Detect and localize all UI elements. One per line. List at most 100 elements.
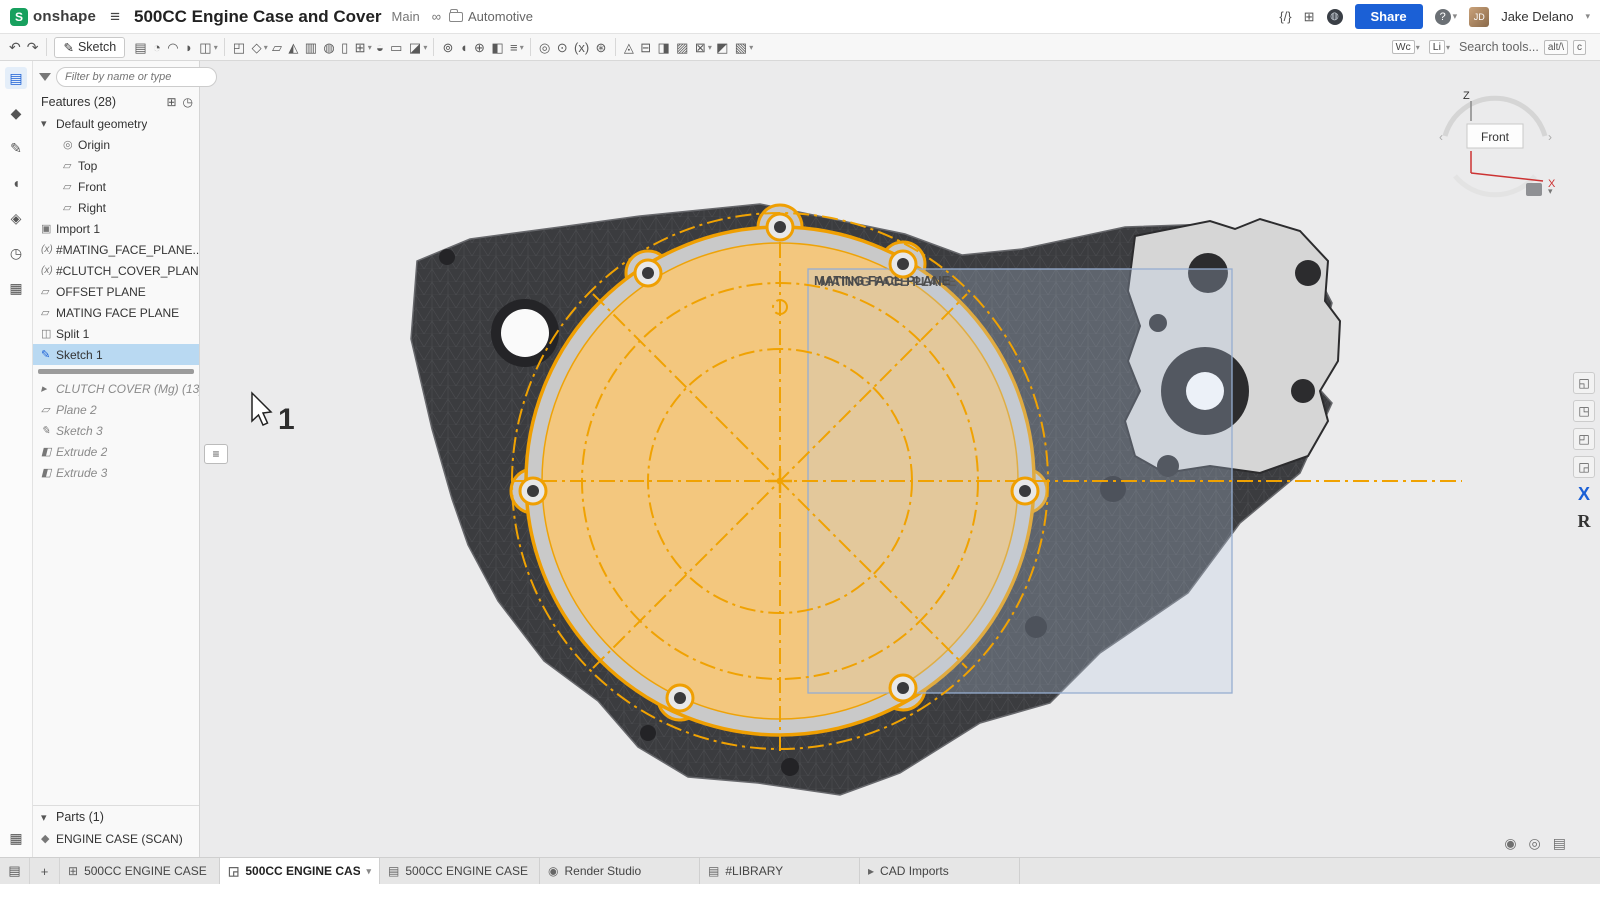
view-tool-icon[interactable]: ◰ — [1573, 428, 1595, 450]
chevron-down-icon[interactable]: ▾ — [708, 43, 712, 52]
redo-icon[interactable]: ↷ — [24, 39, 42, 55]
cad-tool-icon[interactable]: ◎ — [536, 39, 554, 56]
comment-icon[interactable]: ◖ — [5, 172, 27, 194]
parts-header[interactable]: ▾ Parts (1) — [33, 806, 199, 828]
license-dropdown[interactable]: Li ▾ — [1429, 40, 1451, 54]
sketch-button[interactable]: ✎ Sketch — [54, 37, 125, 58]
tree-item-import-1[interactable]: ▣ Import 1 — [33, 218, 199, 239]
tab-500cc-engine-case-1[interactable]: ⊞ 500CC ENGINE CASE ... — [60, 858, 220, 884]
main-menu-icon[interactable]: ≡ — [110, 7, 120, 27]
chevron-down-icon[interactable]: ▾ — [520, 43, 524, 52]
tree-item-offset-plane[interactable]: ▱ OFFSET PLANE — [33, 281, 199, 302]
3d-viewport[interactable]: MATING FACE PLANE MATING FACE PLANE — [200, 61, 1600, 857]
chevron-down-icon[interactable]: ▾ — [423, 43, 427, 52]
cad-tool-icon[interactable]: ▤ — [131, 39, 150, 56]
tree-item-clutch-cover-plane-var[interactable]: (x) #CLUTCH_COVER_PLAN... — [33, 260, 199, 281]
cad-tool-icon[interactable]: ◖ — [457, 39, 471, 56]
chevron-down-icon[interactable]: ▾ — [41, 117, 56, 130]
chevron-down-icon[interactable]: ▾ — [214, 43, 218, 52]
tree-item-extrude-2[interactable]: ◧ Extrude 2 — [33, 441, 199, 462]
cad-tool-icon[interactable]: ◗ — [182, 39, 196, 56]
visibility-icon[interactable]: ◎ — [1529, 835, 1541, 852]
cad-tool-icon[interactable]: ◧ — [488, 39, 507, 56]
variable-studio-icon[interactable]: (x) — [571, 39, 593, 56]
cad-tool-icon[interactable]: ⊚ — [439, 39, 456, 56]
cad-tool-icon[interactable]: ≡ — [507, 39, 521, 56]
user-name[interactable]: Jake Delano — [1501, 9, 1573, 24]
link-icon[interactable]: ∞ — [432, 9, 441, 24]
tree-item-sketch-3[interactable]: ✎ Sketch 3 — [33, 420, 199, 441]
add-tab-button[interactable]: + — [30, 858, 60, 884]
history-icon[interactable]: ◷ — [5, 242, 27, 264]
cad-tool-icon[interactable]: ⊞ — [351, 39, 368, 56]
tab-cad-imports[interactable]: ▸ CAD Imports — [860, 858, 1020, 884]
chevron-down-icon[interactable]: ▾ — [366, 866, 371, 877]
cad-tool-icon[interactable]: ◰ — [230, 39, 249, 56]
part-item-engine-case-scan[interactable]: ◆ ENGINE CASE (SCAN) — [33, 828, 199, 849]
tab-library[interactable]: ▤ #LIBRARY — [700, 858, 860, 884]
tree-item-extrude-3[interactable]: ◧ Extrude 3 — [33, 462, 199, 483]
view-tool-icon[interactable]: ◳ — [1573, 400, 1595, 422]
help-icon[interactable]: ? — [1435, 9, 1451, 25]
camera-icon[interactable]: ◉ — [1504, 835, 1516, 852]
chevron-down-icon[interactable]: ▾ — [1585, 11, 1590, 22]
xometry-app-icon[interactable]: X — [1578, 484, 1590, 505]
chevron-down-icon[interactable]: ▾ — [41, 811, 56, 824]
workspace-context-dropdown[interactable]: Wc ▾ — [1392, 40, 1421, 54]
tree-item-mating-face-plane[interactable]: ▱ MATING FACE PLANE — [33, 302, 199, 323]
document-title[interactable]: 500CC Engine Case and Cover — [134, 7, 382, 27]
onshape-wordmark[interactable]: onshape — [33, 8, 96, 25]
transform-icon[interactable]: ◆ — [5, 102, 27, 124]
feature-filter-input[interactable] — [56, 67, 217, 87]
avatar[interactable]: JD — [1469, 7, 1489, 27]
tree-item-split-1[interactable]: ◫ Split 1 — [33, 323, 199, 344]
globe-icon[interactable]: ◍ — [1327, 9, 1343, 25]
cad-tool-icon[interactable]: ◭ — [285, 39, 301, 56]
cad-tool-icon[interactable]: ◬ — [621, 39, 637, 56]
search-tools[interactable]: Search tools... alt/\ c — [1459, 40, 1586, 55]
tree-item-default-geometry[interactable]: ▾ Default geometry — [33, 113, 199, 134]
cad-tool-icon[interactable]: ⊕ — [471, 39, 488, 56]
print-icon[interactable]: ▤ — [1553, 835, 1566, 852]
tables-icon[interactable]: ▦ — [5, 277, 27, 299]
cad-tool-icon[interactable]: ▱ — [269, 39, 285, 56]
undo-icon[interactable]: ↶ — [6, 39, 24, 55]
selection-list-button[interactable]: ≡ — [204, 444, 228, 464]
cad-tool-icon[interactable]: ⊠ — [692, 39, 709, 56]
viewport-canvas[interactable]: MATING FACE PLANE MATING FACE PLANE — [200, 61, 1600, 857]
tree-item-origin[interactable]: ◎ Origin — [33, 134, 199, 155]
tab-500cc-engine-case-3[interactable]: ▤ 500CC ENGINE CASE ... — [380, 858, 540, 884]
cad-tool-icon[interactable]: ◠ — [164, 39, 182, 56]
view-cube[interactable]: Front Z X ‹ › — [1439, 90, 1556, 195]
filter-icon[interactable] — [39, 73, 51, 81]
rotate-right-icon[interactable]: › — [1548, 130, 1552, 144]
view-cube-front-face[interactable]: Front — [1481, 130, 1510, 144]
tree-item-front-plane[interactable]: ▱ Front — [33, 176, 199, 197]
tree-item-right-plane[interactable]: ▱ Right — [33, 197, 199, 218]
tree-item-plane-2[interactable]: ▱ Plane 2 — [33, 399, 199, 420]
insert-feature-icon[interactable]: ⊞ — [166, 95, 176, 109]
cad-tool-icon[interactable]: ⊙ — [554, 39, 571, 56]
chevron-down-icon[interactable]: ▾ — [368, 43, 372, 52]
cad-tool-icon[interactable]: ◩ — [713, 39, 732, 56]
rollback-bar[interactable] — [38, 369, 194, 374]
chevron-right-icon[interactable]: ▸ — [41, 382, 56, 395]
app-store-icon[interactable]: ⊞ — [1304, 9, 1315, 25]
tree-item-top-plane[interactable]: ▱ Top — [33, 155, 199, 176]
view-tool-icon[interactable]: ◲ — [1573, 456, 1595, 478]
chevron-down-icon[interactable]: ▾ — [264, 43, 268, 52]
cad-tool-icon[interactable]: ▨ — [673, 39, 692, 56]
branch-label[interactable]: Main — [392, 9, 420, 24]
onshape-logo-icon[interactable]: S — [10, 8, 28, 26]
appearance-icon[interactable]: ✎ — [5, 137, 27, 159]
tree-item-clutch-cover-folder[interactable]: ▸ CLUTCH COVER (Mg) (13) — [33, 378, 199, 399]
tab-render-studio[interactable]: ◉ Render Studio — [540, 858, 700, 884]
cad-tool-icon[interactable]: ▥ — [302, 39, 321, 56]
cad-tool-icon[interactable]: ◪ — [406, 39, 425, 56]
cad-tool-icon[interactable]: ◒ — [373, 39, 387, 56]
cad-tool-icon[interactable]: ◍ — [320, 39, 338, 56]
rotate-left-icon[interactable]: ‹ — [1439, 130, 1443, 144]
rollback-history-icon[interactable]: ◷ — [183, 95, 193, 109]
feature-script-icon[interactable]: {/} — [1279, 9, 1291, 24]
cad-tool-icon[interactable]: ▧ — [732, 39, 751, 56]
